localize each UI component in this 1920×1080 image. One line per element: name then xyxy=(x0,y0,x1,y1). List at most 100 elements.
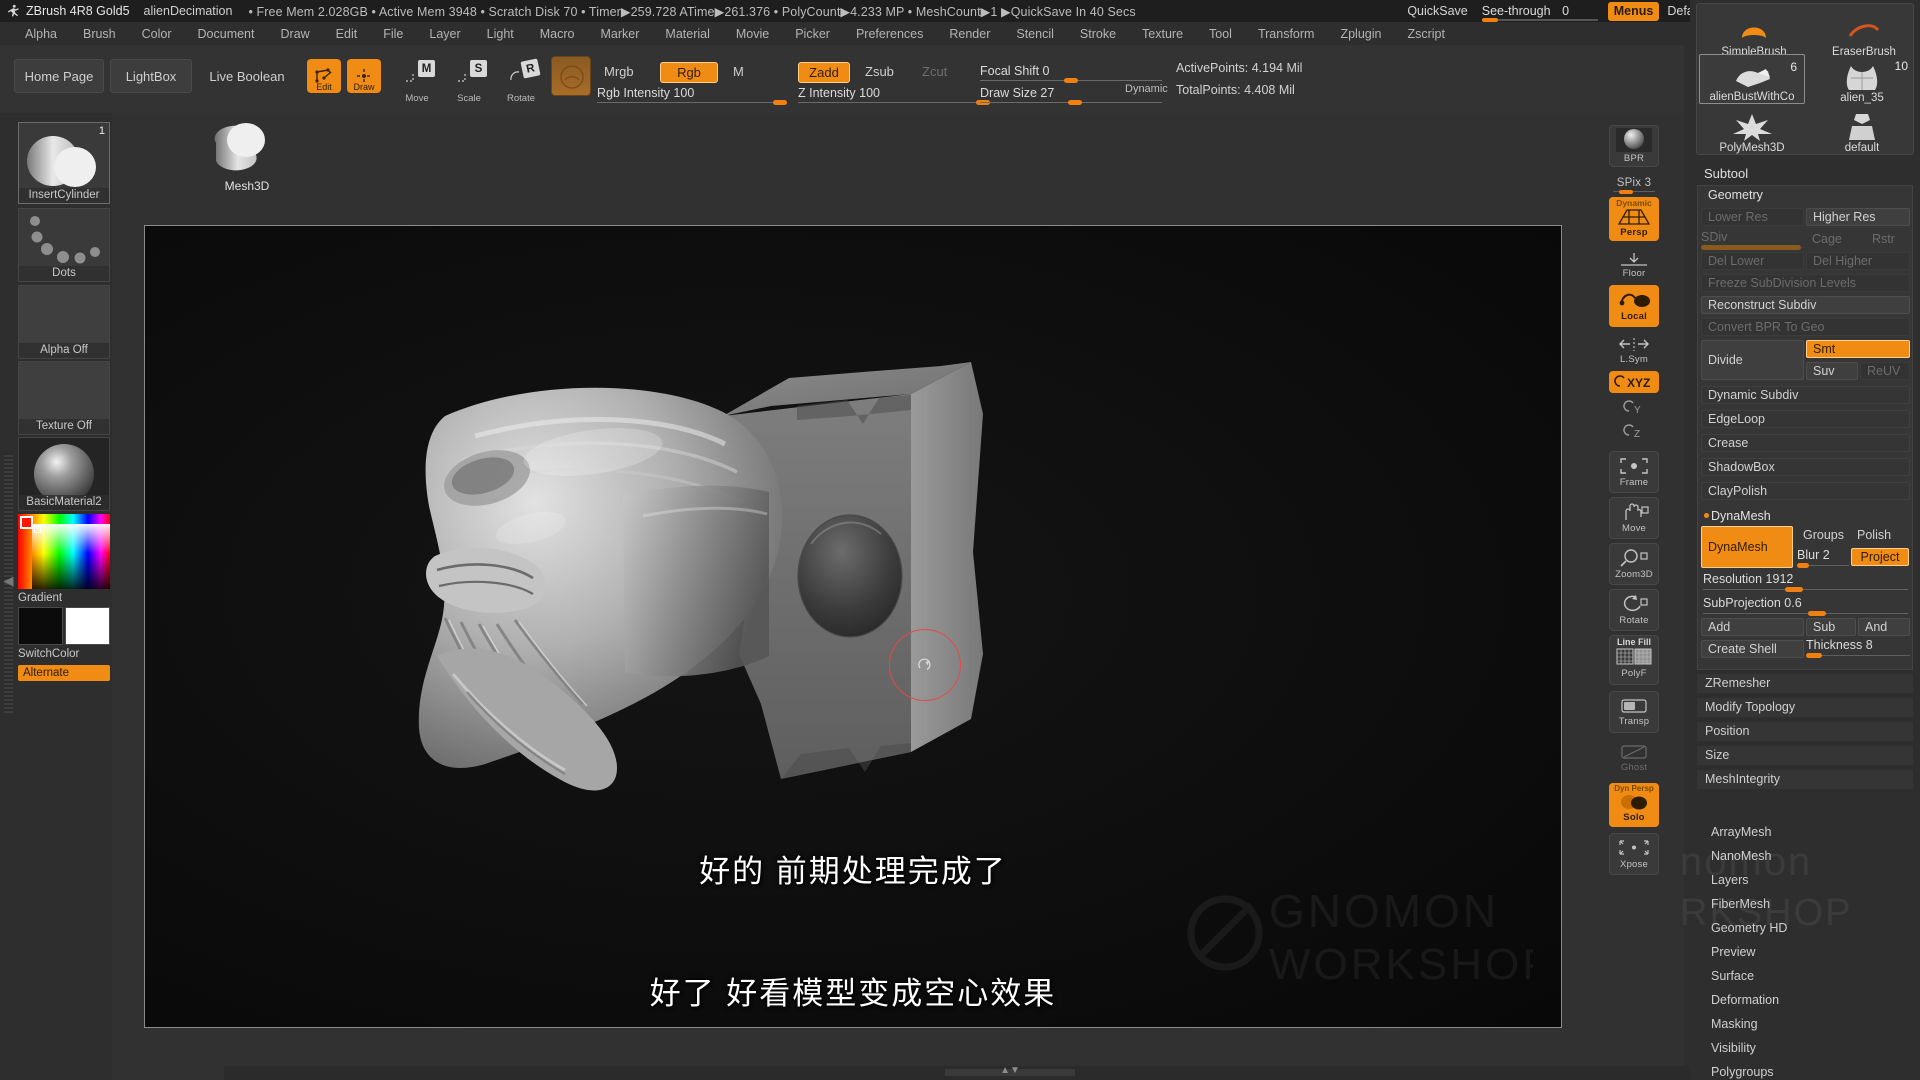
bpr-button[interactable]: BPR xyxy=(1609,125,1659,167)
left-tray-expand-arrow[interactable]: ◀ xyxy=(2,568,15,594)
suv-toggle[interactable]: Suv xyxy=(1806,362,1858,380)
local-symmetry-button[interactable]: L.Sym xyxy=(1609,333,1659,369)
mrgb-toggle[interactable]: Mrgb xyxy=(597,62,641,81)
menu-item-picker[interactable]: Picker xyxy=(782,27,843,41)
menu-item-brush[interactable]: Brush xyxy=(70,27,129,41)
menu-item-marker[interactable]: Marker xyxy=(588,27,653,41)
home-page-button[interactable]: Home Page xyxy=(14,59,104,93)
draw-size-knob[interactable] xyxy=(1068,100,1082,105)
thickness-knob[interactable] xyxy=(1806,653,1822,658)
color-picker-cursor[interactable] xyxy=(34,526,41,533)
solo-button[interactable]: Dyn Persp Solo xyxy=(1609,783,1659,827)
focal-shift-knob[interactable] xyxy=(1064,78,1078,83)
transparency-button[interactable]: Transp xyxy=(1609,691,1659,733)
geometry-title[interactable]: Geometry xyxy=(1708,188,1763,202)
thickness-slider[interactable]: Thickness 8 xyxy=(1806,638,1910,658)
position-section[interactable]: Position xyxy=(1697,722,1913,742)
palette-arraymesh[interactable]: ArrayMesh xyxy=(1697,822,1913,842)
tool-simplebrush[interactable]: SimpleBrush xyxy=(1699,6,1809,58)
z-intensity-slider[interactable]: Z Intensity 100 xyxy=(798,84,990,105)
menu-item-zscript[interactable]: Zscript xyxy=(1394,27,1458,41)
rotate-view-button[interactable]: Rotate xyxy=(1609,589,1659,631)
resolution-slider[interactable]: Resolution 1912 xyxy=(1703,572,1908,592)
spix-slider[interactable]: SPix 3 xyxy=(1609,171,1659,194)
y-axis-button[interactable]: Y xyxy=(1609,397,1659,419)
lightbox-button[interactable]: LightBox xyxy=(110,59,192,93)
frame-button[interactable]: Frame xyxy=(1609,451,1659,493)
claypolish-section[interactable]: ClayPolish xyxy=(1701,482,1910,500)
dynamesh-project-toggle[interactable]: Project xyxy=(1851,548,1909,566)
polyframe-button[interactable]: Line Fill PolyF xyxy=(1609,635,1659,685)
menu-item-alpha[interactable]: Alpha xyxy=(12,27,70,41)
size-section[interactable]: Size xyxy=(1697,746,1913,766)
dynamesh-polish-toggle[interactable]: Polish xyxy=(1851,526,1909,544)
zadd-toggle[interactable]: Zadd xyxy=(798,62,850,83)
mesh3d-thumbnail[interactable]: Mesh3D xyxy=(204,121,290,207)
tool-polymesh3d[interactable]: PolyMesh3D xyxy=(1699,104,1805,154)
brush-selector[interactable]: 1 InsertCylinder xyxy=(18,122,110,204)
create-shell-button[interactable]: Create Shell xyxy=(1701,640,1804,658)
floor-button[interactable]: Floor xyxy=(1609,247,1659,283)
zremesher-section[interactable]: ZRemesher xyxy=(1697,674,1913,694)
menu-item-material[interactable]: Material xyxy=(652,27,722,41)
menu-item-layer[interactable]: Layer xyxy=(416,27,473,41)
subprojection-slider[interactable]: SubProjection 0.6 xyxy=(1703,596,1908,616)
zsub-toggle[interactable]: Zsub xyxy=(858,62,901,81)
menu-item-render[interactable]: Render xyxy=(936,27,1003,41)
switch-color-swatches[interactable] xyxy=(18,607,110,645)
document-scroll-arrows-icon[interactable]: ▲▼ xyxy=(1000,1065,1020,1076)
add-button[interactable]: Add xyxy=(1701,618,1804,636)
dynamic-subdiv-section[interactable]: Dynamic Subdiv xyxy=(1701,386,1910,404)
document-bottom-scrollbar[interactable]: ▲▼ xyxy=(224,1065,1796,1080)
shadowbox-section[interactable]: ShadowBox xyxy=(1701,458,1910,476)
modify-topology-section[interactable]: Modify Topology xyxy=(1697,698,1913,718)
viewport-canvas[interactable]: 好的 前期处理完成了 好了 好看模型变成空心效果 GNOMON WORKSHOP xyxy=(144,225,1562,1028)
color-picker[interactable] xyxy=(18,514,110,589)
menu-item-movie[interactable]: Movie xyxy=(723,27,782,41)
menu-item-light[interactable]: Light xyxy=(474,27,527,41)
palette-fibermesh[interactable]: FiberMesh xyxy=(1697,894,1913,914)
resolution-knob[interactable] xyxy=(1785,587,1803,592)
palette-preview[interactable]: Preview xyxy=(1697,942,1913,962)
draw-tool-button[interactable]: Draw xyxy=(347,59,381,93)
menu-item-stroke[interactable]: Stroke xyxy=(1067,27,1129,41)
rgb-toggle[interactable]: Rgb xyxy=(660,62,718,83)
material-selector[interactable]: BasicMaterial2 xyxy=(18,437,110,511)
menu-item-document[interactable]: Document xyxy=(185,27,268,41)
dynamic-label[interactable]: Dynamic xyxy=(1125,83,1168,95)
dynamesh-section-header[interactable]: DynaMesh xyxy=(1701,506,1910,525)
palette-polygroups[interactable]: Polygroups xyxy=(1697,1062,1913,1080)
tool-eraserbrush[interactable]: EraserBrush xyxy=(1809,6,1919,58)
and-button[interactable]: And xyxy=(1858,618,1910,636)
palette-surface[interactable]: Surface xyxy=(1697,966,1913,986)
edgeloop-section[interactable]: EdgeLoop xyxy=(1701,410,1910,428)
live-boolean-button[interactable]: Live Boolean xyxy=(198,59,296,93)
crease-section[interactable]: Crease xyxy=(1701,434,1910,452)
local-button[interactable]: Local xyxy=(1609,285,1659,327)
edit-tool-button[interactable]: Edit xyxy=(307,59,341,93)
menu-item-transform[interactable]: Transform xyxy=(1245,27,1328,41)
palette-deformation[interactable]: Deformation xyxy=(1697,990,1913,1010)
gradient-label[interactable]: Gradient xyxy=(18,592,110,604)
xyz-button[interactable]: XYZ xyxy=(1609,371,1659,393)
menu-item-color[interactable]: Color xyxy=(129,27,185,41)
quicksave-label[interactable]: QuickSave xyxy=(1407,4,1467,18)
focal-shift-slider[interactable]: Focal Shift 0 xyxy=(980,62,1162,83)
palette-geometry-hd[interactable]: Geometry HD xyxy=(1697,918,1913,938)
move-view-button[interactable]: Move xyxy=(1609,497,1659,539)
menu-item-stencil[interactable]: Stencil xyxy=(1003,27,1067,41)
menu-item-zplugin[interactable]: Zplugin xyxy=(1327,27,1394,41)
menu-item-file[interactable]: File xyxy=(370,27,416,41)
menu-item-preferences[interactable]: Preferences xyxy=(843,27,936,41)
menu-item-tool[interactable]: Tool xyxy=(1196,27,1245,41)
see-through-slider[interactable]: See-through 0 xyxy=(1481,4,1598,22)
spix-knob[interactable] xyxy=(1619,190,1633,194)
tool-alienbustwithco[interactable]: 6 alienBustWithCo xyxy=(1699,54,1805,104)
color-swatch-black[interactable] xyxy=(18,607,63,645)
texture-selector[interactable]: Texture Off xyxy=(18,361,110,435)
smt-toggle[interactable]: Smt xyxy=(1806,340,1910,358)
reconstruct-subdiv-button[interactable]: Reconstruct Subdiv xyxy=(1701,296,1910,314)
ghost-button[interactable]: Ghost xyxy=(1609,737,1659,779)
switch-color-label[interactable]: SwitchColor xyxy=(18,648,110,660)
tool-alien35[interactable]: 10 alien_35 xyxy=(1809,54,1915,104)
